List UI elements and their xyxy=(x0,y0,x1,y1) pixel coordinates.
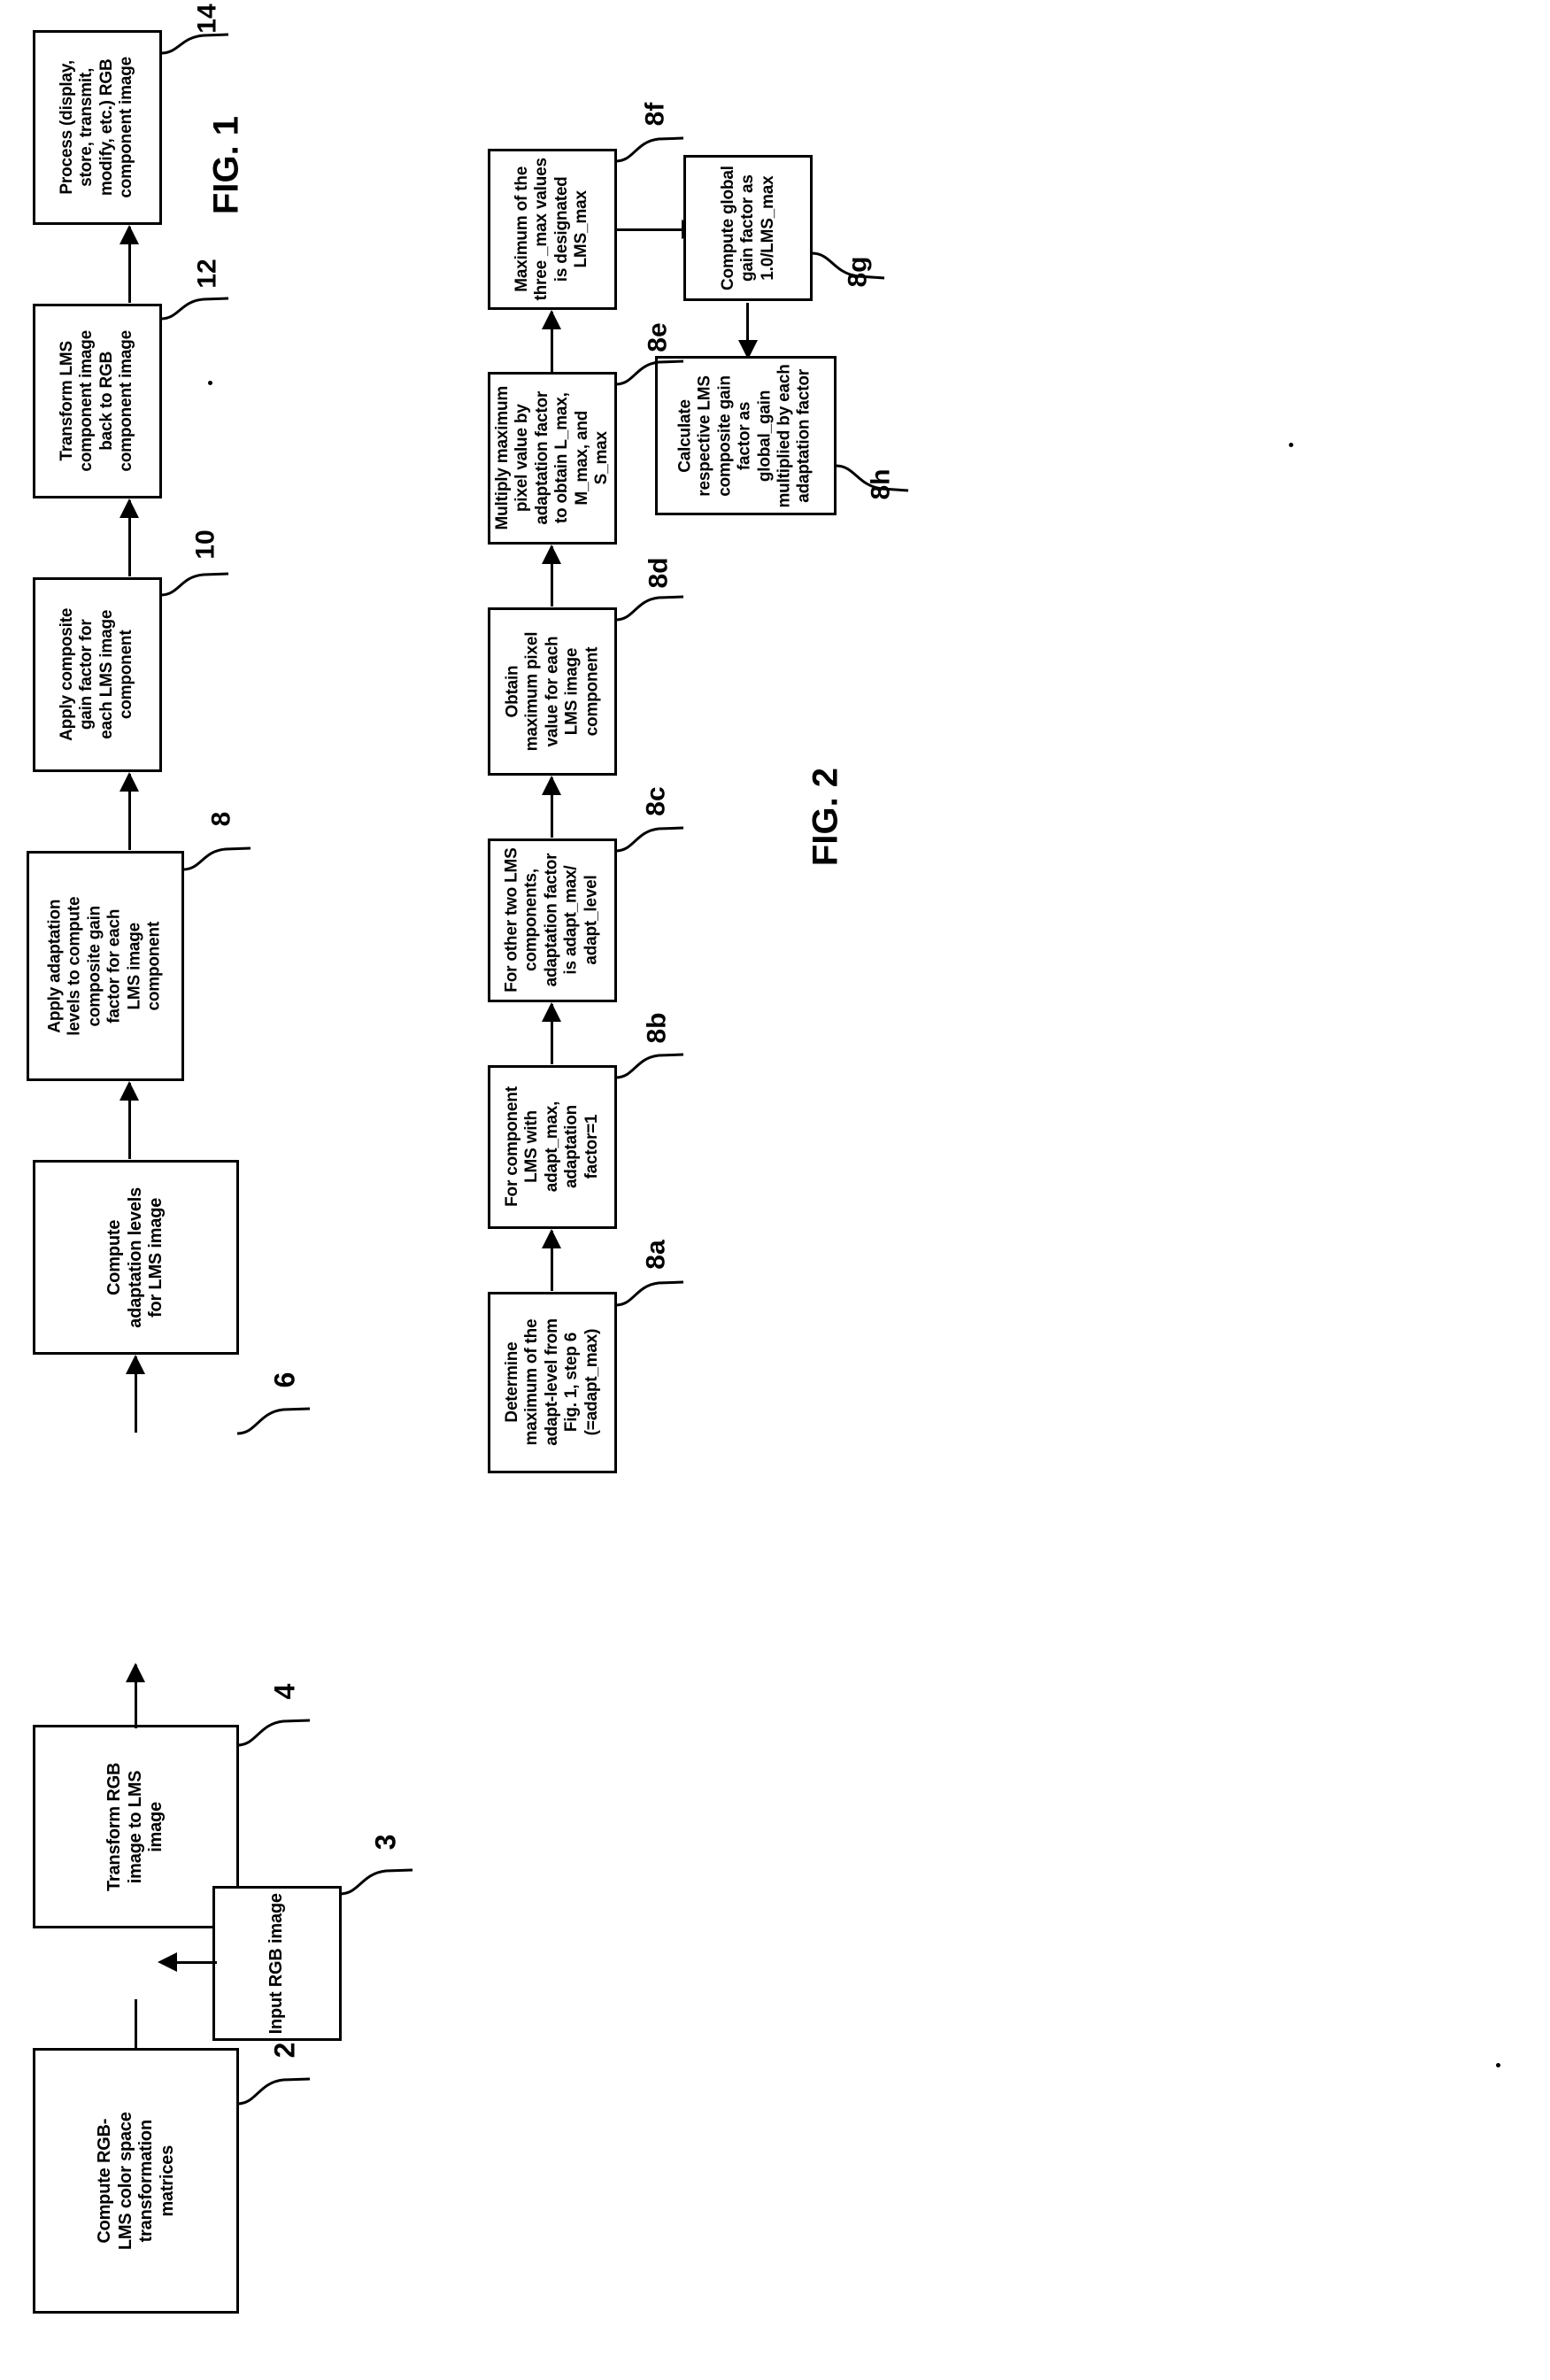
fig1-arrowhead-8-10 xyxy=(120,772,139,792)
fig2-step-8b-label: For component LMS with adapt_max, adapta… xyxy=(502,1086,601,1208)
fig1-leader-4 xyxy=(236,1719,311,1747)
fig1-step-4-label: Transform RGB image to LMS image xyxy=(104,1762,166,1891)
fig1-leader-12 xyxy=(160,297,229,321)
fig2-refnum-8g: 8g xyxy=(843,256,873,288)
fig2-step-8e-label: Multiply maximum pixel value by adaptati… xyxy=(492,386,611,530)
fig1-step-12-label: Transform LMS component image back to RG… xyxy=(58,330,136,472)
fig1-step-8-label: Apply adaptation levels to compute compo… xyxy=(45,896,164,1036)
fig1-arrowhead-10-12 xyxy=(120,498,139,518)
scan-artifact-dot-3 xyxy=(1496,2063,1500,2067)
fig1-arrowhead-4-top xyxy=(126,1663,145,1682)
fig2-leader-8a xyxy=(615,1280,684,1307)
fig2-leader-8d xyxy=(615,595,684,622)
fig1-connector-2-4 xyxy=(135,1999,137,2051)
fig1-refnum-4: 4 xyxy=(268,1683,301,1700)
fig2-arrowhead-8a-8b xyxy=(542,1229,561,1248)
fig1-leader-6 xyxy=(236,1407,311,1435)
fig2-step-8b-box: For component LMS with adapt_max, adapta… xyxy=(488,1065,617,1229)
fig1-step-10-box: Apply composite gain factor for each LMS… xyxy=(33,577,162,772)
fig2-step-8c-box: For other two LMS components, adaptation… xyxy=(488,838,617,1002)
fig1-refnum-14: 14 xyxy=(192,4,222,34)
fig2-step-8h-box: Calculate respective LMS composite gain … xyxy=(655,356,837,515)
fig2-refnum-8e: 8e xyxy=(643,322,673,352)
fig1-step-8-box: Apply adaptation levels to compute compo… xyxy=(27,851,184,1081)
fig2-step-8g-label: Compute global gain factor as 1.0/LMS_ma… xyxy=(718,166,777,290)
fig1-arrowhead-3-4 xyxy=(158,1952,177,1972)
fig1-step-4-box: Transform RGB image to LMS image xyxy=(33,1725,239,1928)
fig2-step-8h-label: Calculate respective LMS composite gain … xyxy=(676,363,814,508)
fig1-leader-2 xyxy=(236,2077,311,2106)
fig2-caption: FIG. 2 xyxy=(806,767,845,867)
scan-artifact-dot-2 xyxy=(1289,443,1293,447)
fig2-step-8d-box: Obtain maximum pixel value for each LMS … xyxy=(488,607,617,776)
fig2-step-8f-box: Maximum of the three _max values is desi… xyxy=(488,149,617,310)
fig1-leader-14 xyxy=(160,33,229,55)
fig1-step-14-box: Process (display, store, transmit, modif… xyxy=(33,30,162,225)
fig2-arrowhead-8d-8e xyxy=(542,545,561,564)
fig2-step-8d-label: Obtain maximum pixel value for each LMS … xyxy=(502,631,601,752)
fig1-refnum-3: 3 xyxy=(369,1834,402,1851)
fig1-refnum-2: 2 xyxy=(268,2042,301,2059)
fig2-arrowhead-8c-8d xyxy=(542,776,561,795)
fig1-step-14-label: Process (display, store, transmit, modif… xyxy=(58,57,136,198)
fig2-refnum-8b: 8b xyxy=(642,1012,672,1044)
fig1-caption: FIG. 1 xyxy=(206,115,246,215)
fig1-connector-3-4 xyxy=(177,1961,217,1964)
fig1-refnum-8: 8 xyxy=(206,811,236,827)
fig1-arrowhead-12-14 xyxy=(120,225,139,244)
fig1-leader-3 xyxy=(339,1868,413,1896)
fig1-refnum-6: 6 xyxy=(268,1372,301,1388)
fig1-arrowhead-6-8 xyxy=(120,1081,139,1101)
fig2-step-8a-label: Determine maximum of the adapt-level fro… xyxy=(502,1318,601,1447)
fig2-connector-8f-8g-h xyxy=(617,228,684,231)
fig1-refnum-10: 10 xyxy=(190,529,220,560)
patent-drawing-sheet: Process (display, store, transmit, modif… xyxy=(0,0,1550,2380)
fig1-step-6-box: Compute adaptation levels for LMS image xyxy=(33,1160,239,1355)
fig1-step-6-label: Compute adaptation levels for LMS image xyxy=(104,1186,166,1328)
fig2-step-8f-label: Maximum of the three _max values is desi… xyxy=(513,158,591,301)
fig2-refnum-8a: 8a xyxy=(641,1240,671,1270)
fig2-step-8a-box: Determine maximum of the adapt-level fro… xyxy=(488,1292,617,1473)
fig2-step-8c-label: For other two LMS components, adaptation… xyxy=(502,847,601,993)
fig1-leader-10 xyxy=(160,572,229,597)
fig2-leader-8f xyxy=(615,136,684,163)
fig2-refnum-8d: 8d xyxy=(644,557,674,589)
fig1-step-3-box: Input RGB image xyxy=(212,1886,342,2041)
fig2-arrowhead-8e-8f xyxy=(542,310,561,329)
fig1-step-2-box: Compute RGB- LMS color space transformat… xyxy=(33,2048,239,2314)
fig2-refnum-8c: 8c xyxy=(641,786,671,816)
fig2-step-8e-box: Multiply maximum pixel value by adaptati… xyxy=(488,372,617,545)
fig1-step-2-label: Compute RGB- LMS color space transformat… xyxy=(94,2112,177,2250)
fig1-step-12-box: Transform LMS component image back to RG… xyxy=(33,304,162,498)
fig2-step-8g-box: Compute global gain factor as 1.0/LMS_ma… xyxy=(683,155,813,301)
fig1-step-10-label: Apply composite gain factor for each LMS… xyxy=(58,607,136,742)
fig1-step-3-label: Input RGB image xyxy=(266,1892,287,2035)
fig2-leader-8c xyxy=(615,826,684,853)
fig2-refnum-8h: 8h xyxy=(866,468,896,500)
fig1-arrowhead-4-6 xyxy=(126,1355,145,1374)
fig1-leader-8 xyxy=(182,846,251,871)
fig2-leader-8b xyxy=(615,1053,684,1079)
fig2-refnum-8f: 8f xyxy=(640,102,670,127)
scan-artifact-dot-1 xyxy=(208,381,212,385)
fig2-arrowhead-8b-8c xyxy=(542,1002,561,1022)
fig1-refnum-12: 12 xyxy=(192,259,222,289)
